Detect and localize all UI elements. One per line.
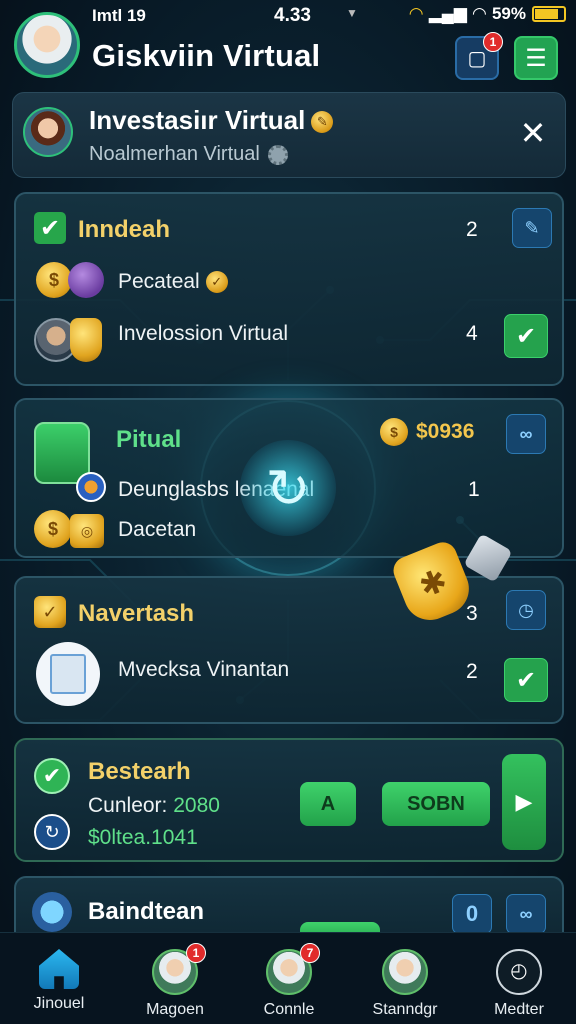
card-bestearh: ✔ Bestearh Cunleor: 2080 ↻ $0ltea.1041 A… [14, 738, 564, 862]
list-item-label: Dacetan [118, 518, 197, 541]
coin-icon: ✓ [205, 271, 228, 294]
nav-badge: 7 [300, 943, 320, 963]
check-icon: ✔ [515, 322, 537, 350]
nav-item-stanndgr[interactable]: Stanndgr [350, 941, 460, 1024]
banner-subtitle-text: Noalmerhan Virtual [89, 143, 260, 165]
list-item-label: Pecateal ✓ [118, 270, 228, 294]
coin-icon: $ [34, 510, 72, 548]
menu-icon: ☰ [525, 44, 547, 72]
banner-title-text: Investasiır Virtual [89, 105, 306, 135]
notification-button[interactable]: ▢ 1 [455, 32, 503, 80]
banner-title: Investasiır Virtual ✎ [89, 105, 334, 136]
row-count: 4 [466, 322, 478, 345]
submit-button[interactable]: SOBN [382, 782, 490, 826]
card-title: Navertash [78, 600, 195, 627]
card-title: Pitual [116, 426, 182, 453]
stat-line: Cunleor: 2080 [88, 794, 220, 818]
card-navertash: ✓ Navertash 3 ◷ Mvecksa Vinantan 2 ✔ [14, 576, 564, 724]
card-inndeah: ✔ Inndeah 2 ✎ $ Pecateal ✓ Invelossion Vi… [14, 192, 564, 386]
link-icon: ∞ [519, 903, 533, 924]
nav-label: Stanndgr [372, 1001, 438, 1018]
avatar [23, 107, 73, 157]
nav-label: Magoen [146, 1001, 204, 1018]
check-icon: ✔ [34, 212, 66, 244]
clock-icon: ◴ [496, 949, 542, 995]
stat-value: 2080 [173, 794, 220, 817]
browser-icon [76, 472, 106, 502]
card-amount: $0936 [416, 420, 475, 443]
list-item-label: Mvecksa Vinantan [118, 658, 290, 681]
list-item-label: Invelossion Virtual [118, 322, 289, 345]
notification-icon: ▢ [467, 47, 487, 70]
bulb-icon [70, 318, 102, 362]
close-icon: ✕ [519, 115, 547, 151]
card-title: Bestearh [88, 758, 191, 785]
banner-subtitle: Noalmerhan Virtual [89, 143, 288, 166]
check-icon: ✓ [34, 596, 66, 628]
confirm-button[interactable]: ✔ [504, 658, 548, 702]
stat-amount: $0ltea.1041 [88, 826, 198, 849]
stat-label: Cunleor: [88, 794, 168, 817]
nav-badge: 1 [186, 943, 206, 963]
gear-icon [267, 144, 288, 165]
bottom-navigation: Jinouel 1 Magoen 7 Connle Stanndgr ◴ Med… [0, 932, 576, 1024]
pen-icon: ✎ [524, 217, 540, 238]
app-header: Giskviin Virtual ▢ 1 ☰ [0, 6, 576, 86]
notification-badge: 1 [483, 32, 503, 52]
timer-button[interactable]: ◷ [506, 590, 546, 630]
promo-banner[interactable]: Investasiır Virtual ✎ Noalmerhan Virtual … [12, 92, 566, 178]
nav-item-home[interactable]: Jinouel [4, 941, 114, 1024]
nav-item-connle[interactable]: 7 Connle [234, 941, 344, 1024]
refresh-icon: ↻ [34, 814, 70, 850]
close-button[interactable]: ✕ [515, 115, 551, 151]
clock-icon: ◷ [518, 599, 534, 620]
coin-icon: ✎ [311, 111, 334, 134]
confirm-button[interactable]: ✔ [504, 314, 548, 358]
avatar-icon [382, 949, 428, 995]
page-title: Giskviin Virtual [92, 38, 321, 73]
play-icon: ▶ [515, 789, 533, 814]
check-icon: ✔ [34, 758, 70, 794]
coin-box-icon: ◎ [70, 514, 104, 548]
nav-label: Jinouel [33, 995, 85, 1012]
refresh-icon: ↻ [240, 440, 336, 536]
nav-item-medter[interactable]: ◴ Medter [464, 941, 574, 1024]
nav-label: Connle [263, 1001, 315, 1018]
row-label: Pecateal [118, 270, 200, 293]
option-a-button[interactable]: A [300, 782, 356, 826]
coin-icon: $ [36, 262, 72, 298]
card-count: 2 [466, 218, 478, 241]
coin-icon: $ [380, 418, 408, 446]
edit-button[interactable]: ✎ [512, 208, 552, 248]
row-count: 2 [466, 660, 478, 683]
card-title: Baindtean [88, 898, 205, 925]
link-icon: ∞ [519, 423, 533, 444]
card-title: Inndeah [78, 216, 171, 243]
card-count: 3 [466, 602, 478, 625]
row-count: 1 [468, 478, 480, 501]
purple-orb-icon [68, 262, 104, 298]
tools-icon [32, 892, 72, 932]
home-icon [39, 949, 79, 989]
next-button[interactable]: ▶ [502, 754, 546, 850]
count-button[interactable]: 0 [452, 894, 492, 934]
document-icon [36, 642, 100, 706]
nav-item-magoen[interactable]: 1 Magoen [120, 941, 230, 1024]
link-button[interactable]: ∞ [506, 894, 546, 934]
link-button[interactable]: ∞ [506, 414, 546, 454]
nav-label: Medter [494, 1001, 544, 1018]
check-icon: ✔ [515, 666, 537, 694]
avatar[interactable] [14, 12, 80, 78]
menu-button[interactable]: ☰ [514, 36, 558, 80]
